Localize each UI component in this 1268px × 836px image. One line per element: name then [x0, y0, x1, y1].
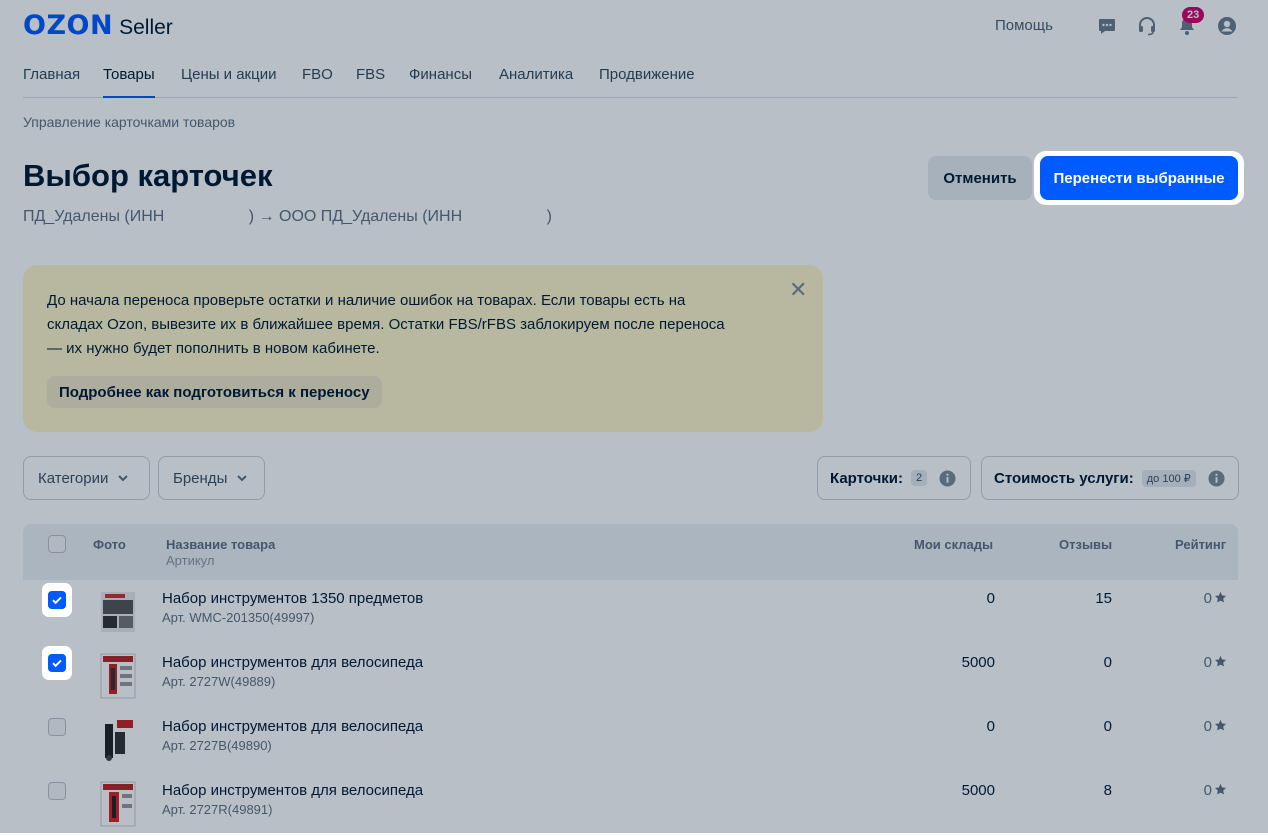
transfer-notice: До начала переноса проверьте остатки и н… — [23, 265, 823, 432]
nav-item-fbo[interactable]: FBO — [302, 66, 333, 96]
logo-product: Seller — [119, 16, 173, 39]
rating-value: 0 — [1173, 654, 1227, 671]
stock-value: 0 — [986, 718, 995, 735]
checkbox-highlight — [42, 583, 72, 617]
reviews-value: 0 — [1103, 718, 1112, 735]
rating-value: 0 — [1173, 718, 1227, 735]
notice-text: До начала переноса проверьте остатки и н… — [47, 292, 725, 357]
logo-brand: OZON — [23, 10, 114, 41]
reviews-value: 0 — [1103, 654, 1112, 671]
categories-filter-label: Категории — [38, 469, 109, 487]
categories-filter[interactable]: Категории — [23, 456, 150, 500]
reviews-value: 15 — [1095, 590, 1112, 607]
cards-count: 2 — [911, 470, 928, 486]
star-icon — [1214, 783, 1227, 795]
info-icon[interactable] — [939, 469, 956, 487]
nav-item-home[interactable]: Главная — [23, 66, 80, 96]
cost-label: Стоимость услуги: — [994, 469, 1134, 487]
product-article: Арт. 2727R(49891) — [162, 802, 273, 817]
reviews-value: 8 — [1103, 782, 1112, 799]
rating-value: 0 — [1173, 590, 1227, 607]
row-checkbox[interactable] — [48, 654, 66, 672]
ozon-seller-logo[interactable]: OZON Seller — [23, 10, 173, 44]
stock-value: 5000 — [961, 654, 995, 671]
move-button-highlight: Перенести выбранные — [1034, 151, 1244, 205]
page-title: Выбор карточек — [23, 158, 273, 193]
product-article: Арт. WMC-201350(49997) — [162, 610, 315, 625]
brands-filter[interactable]: Бренды — [158, 456, 265, 500]
cost-value: до 100 ₽ — [1141, 469, 1196, 487]
nav-item-promotion[interactable]: Продвижение — [599, 66, 695, 96]
row-checkbox[interactable] — [48, 718, 66, 736]
table-row[interactable]: Набор инструментов 1350 предметов Арт. W… — [23, 580, 1238, 645]
nav-item-analytics[interactable]: Аналитика — [499, 66, 573, 96]
product-photo — [101, 718, 135, 762]
select-all-checkbox[interactable] — [48, 535, 66, 553]
notice-more-button[interactable]: Подробнее как подготовиться к переносу — [47, 376, 382, 408]
product-photo — [100, 781, 136, 827]
product-photo — [100, 653, 136, 699]
star-icon — [1214, 719, 1227, 731]
user-icon[interactable] — [1217, 16, 1237, 36]
column-stock: Мои склады — [914, 537, 994, 552]
table-row[interactable]: Набор инструментов для велосипеда Арт. 2… — [23, 772, 1238, 836]
column-article: Артикул — [166, 553, 215, 568]
table-header: Фото Название товара Артикул Мои склады … — [23, 524, 1238, 580]
star-icon — [1214, 655, 1227, 667]
product-name[interactable]: Набор инструментов для велосипеда — [162, 654, 423, 671]
product-name[interactable]: Набор инструментов для велосипеда — [162, 718, 423, 735]
row-checkbox[interactable] — [48, 782, 66, 800]
checkbox-highlight — [42, 646, 72, 680]
cards-label: Карточки: — [830, 469, 904, 487]
column-rating[interactable]: Рейтинг — [1175, 537, 1226, 552]
main-nav: Главная Товары Цены и акции FBO FBS Фина… — [23, 60, 1238, 98]
star-icon — [1214, 591, 1227, 603]
move-selected-button[interactable]: Перенести выбранные — [1040, 156, 1238, 200]
notifications-badge: 23 — [1182, 7, 1205, 23]
rating-number: 0 — [1203, 590, 1212, 607]
service-cost-pill: Стоимость услуги: до 100 ₽ — [981, 456, 1239, 500]
row-checkbox[interactable] — [48, 591, 66, 609]
product-name[interactable]: Набор инструментов для велосипеда — [162, 782, 423, 799]
page-subtitle: ПД_Удалены (ИНН ) → ООО ПД_Удалены (ИНН … — [23, 208, 552, 225]
rating-number: 0 — [1203, 718, 1212, 735]
product-article: Арт. 2727W(49889) — [162, 674, 276, 689]
table-row[interactable]: Набор инструментов для велосипеда Арт. 2… — [23, 644, 1238, 709]
brands-filter-label: Бренды — [173, 469, 228, 487]
column-reviews: Отзывы — [1059, 537, 1113, 552]
breadcrumb[interactable]: Управление карточками товаров — [23, 114, 235, 130]
rating-number: 0 — [1203, 782, 1212, 799]
rating-value: 0 — [1173, 782, 1227, 799]
info-icon[interactable] — [1208, 469, 1225, 487]
help-link[interactable]: Помощь — [995, 17, 1053, 34]
cards-count-pill: Карточки: 2 — [817, 456, 971, 500]
table-row[interactable]: Набор инструментов для велосипеда Арт. 2… — [23, 708, 1238, 773]
nav-item-prices[interactable]: Цены и акции — [181, 66, 276, 96]
headset-icon[interactable] — [1137, 16, 1157, 36]
stock-value: 0 — [986, 590, 995, 607]
rating-number: 0 — [1203, 654, 1212, 671]
stock-value: 5000 — [961, 782, 995, 799]
page: OZON Seller Помощь 23 Главная Товары Цен… — [0, 0, 1268, 836]
nav-item-finance[interactable]: Финансы — [409, 66, 472, 96]
close-icon[interactable]: ✕ — [789, 277, 807, 303]
product-article: Арт. 2727B(49890) — [162, 738, 272, 753]
column-name: Название товара — [166, 537, 276, 552]
product-name[interactable]: Набор инструментов 1350 предметов — [162, 590, 423, 607]
nav-item-products[interactable]: Товары — [103, 66, 155, 98]
chevron-down-icon — [118, 475, 129, 482]
product-photo — [101, 592, 135, 632]
nav-item-fbs[interactable]: FBS — [356, 66, 385, 96]
column-photo: Фото — [93, 537, 126, 552]
chevron-down-icon — [237, 475, 248, 482]
chat-icon[interactable] — [1097, 16, 1117, 36]
cancel-button[interactable]: Отменить — [928, 156, 1032, 200]
